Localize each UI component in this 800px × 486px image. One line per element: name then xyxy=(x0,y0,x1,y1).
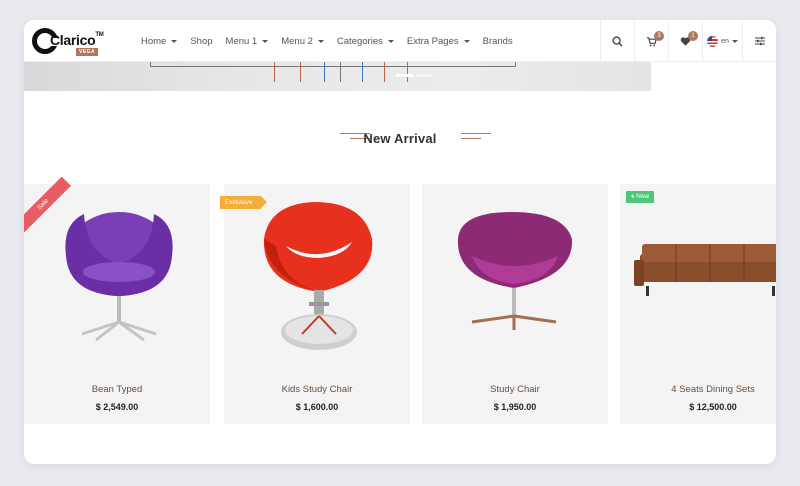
product-card[interactable]: Study Chair $ 1,950.00 xyxy=(422,184,608,424)
main-nav: Home Shop Menu 1 Menu 2 Categories Extra… xyxy=(141,20,526,62)
brand-logo[interactable]: ClaricoTM VEGA xyxy=(32,27,104,57)
nav-item-brands[interactable]: Brands xyxy=(483,36,513,47)
slider-pagination xyxy=(396,74,433,77)
cart-button[interactable]: 3 xyxy=(634,20,668,62)
nav-item-menu-2[interactable]: Menu 2 xyxy=(281,36,324,47)
product-price: $ 1,950.00 xyxy=(493,402,537,412)
caret-down-icon xyxy=(387,39,394,43)
slider-dot[interactable] xyxy=(416,74,433,77)
product-name[interactable]: Kids Study Chair xyxy=(224,384,410,395)
product-price: $ 1,600.00 xyxy=(295,402,339,412)
nav-item-menu-1[interactable]: Menu 1 xyxy=(226,36,269,47)
product-name[interactable]: Bean Typed xyxy=(24,384,210,395)
brand-name: Clarico xyxy=(50,32,96,48)
caret-down-icon xyxy=(317,39,324,43)
nav-item-categories[interactable]: Categories xyxy=(337,36,394,47)
product-image[interactable] xyxy=(24,184,210,364)
brand-trademark: TM xyxy=(95,32,104,38)
header-actions: 3 1 en xyxy=(600,20,776,62)
hero-slider[interactable] xyxy=(24,62,651,91)
product-image[interactable] xyxy=(620,184,776,364)
title-decoration-right xyxy=(461,133,491,139)
wishlist-count-badge: 1 xyxy=(688,31,698,41)
wishlist-button[interactable]: 1 xyxy=(668,20,702,62)
product-image[interactable] xyxy=(422,184,608,364)
sliders-icon xyxy=(754,36,765,46)
product-price: $ 12,500.00 xyxy=(689,402,737,412)
section-title: New Arrival xyxy=(363,131,437,146)
nav-item-extra-pages[interactable]: Extra Pages xyxy=(407,36,470,47)
us-flag-icon xyxy=(707,35,719,47)
nav-item-shop[interactable]: Shop xyxy=(190,36,212,47)
language-selector[interactable]: en xyxy=(702,20,742,62)
product-name[interactable]: Study Chair xyxy=(422,384,608,395)
new-label: ♦ New xyxy=(626,191,655,203)
site-header: ClaricoTM VEGA Home Shop Menu 1 Menu 2 C… xyxy=(24,20,776,62)
caret-down-icon xyxy=(171,39,178,43)
caret-down-icon xyxy=(262,39,269,43)
product-name[interactable]: 4 Seats Dining Sets xyxy=(620,384,776,395)
caret-down-icon xyxy=(463,39,470,43)
search-button[interactable] xyxy=(600,20,634,62)
product-image[interactable] xyxy=(224,184,410,364)
cart-count-badge: 3 xyxy=(654,31,664,41)
language-label: en xyxy=(721,37,729,45)
exclusive-label: Exclusive xyxy=(220,196,269,209)
product-card[interactable]: Sale Bean Typed $ 2,549.00 xyxy=(24,176,210,424)
search-icon xyxy=(612,35,623,47)
caret-down-icon xyxy=(731,39,738,43)
nav-item-home[interactable]: Home xyxy=(141,36,178,47)
product-card[interactable]: ♦ New 4 Seats Dining Sets $ 12,500.00 xyxy=(620,184,776,424)
product-price: $ 2,549.00 xyxy=(95,402,139,412)
banner-shelf xyxy=(150,62,516,67)
slider-dot[interactable] xyxy=(396,74,413,77)
product-card[interactable]: Exclusive Kids Study Chair $ 1,600.00 xyxy=(220,184,410,424)
brand-sub: VEGA xyxy=(76,48,99,56)
browser-frame: ClaricoTM VEGA Home Shop Menu 1 Menu 2 C… xyxy=(24,20,776,464)
filter-settings-button[interactable] xyxy=(742,20,776,62)
